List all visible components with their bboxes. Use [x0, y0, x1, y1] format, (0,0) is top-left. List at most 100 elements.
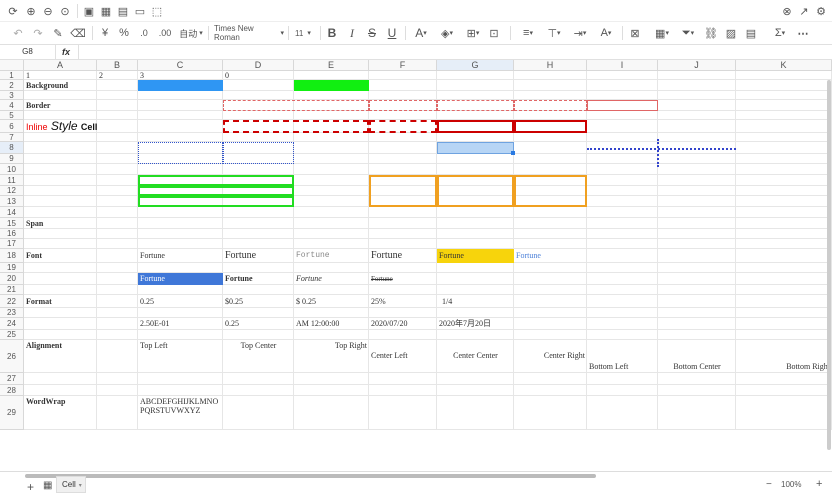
column-header-g[interactable]: G: [437, 60, 514, 71]
link-icon[interactable]: ⛓: [704, 22, 718, 44]
cell-a4[interactable]: Border: [26, 100, 50, 111]
row-header-23[interactable]: 23: [0, 308, 24, 318]
zoom-in-button[interactable]: +: [816, 478, 822, 490]
bold-icon[interactable]: B: [326, 22, 338, 44]
column-header-c[interactable]: C: [138, 60, 223, 71]
redo-icon[interactable]: ↷: [32, 22, 44, 44]
external-link-icon[interactable]: ↗: [798, 0, 810, 22]
row-header-8[interactable]: 8: [0, 142, 24, 154]
cell-c20[interactable]: Fortune: [140, 273, 165, 285]
cell-g24[interactable]: 2020年7月20日: [439, 318, 491, 330]
row-header-15[interactable]: 15: [0, 218, 24, 229]
cell-j26[interactable]: Bottom Center: [660, 362, 734, 372]
cell-d24[interactable]: 0.25: [225, 318, 239, 330]
row-header-16[interactable]: 16: [0, 229, 24, 239]
font-color-icon[interactable]: A ▾: [411, 22, 431, 44]
row-header-28[interactable]: 28: [0, 385, 24, 396]
spreadsheet-grid[interactable]: A B C D E F G H I J K 1 2 3 4 5 6 7 8 9 10 11 12 13 14 15 16 17 18 19…: [0, 60, 832, 471]
row-header-18[interactable]: 18: [0, 249, 24, 263]
sheet-tab[interactable]: Cell ▾: [56, 476, 86, 493]
row-header-17[interactable]: 17: [0, 239, 24, 249]
row-header-21[interactable]: 21: [0, 285, 24, 295]
decrease-decimal-button[interactable]: .0: [136, 22, 152, 44]
cell-f22[interactable]: 25%: [371, 295, 386, 308]
cell-g18[interactable]: Fortune: [439, 249, 464, 263]
cell-h26[interactable]: Center Right: [516, 351, 585, 361]
split-icon[interactable]: ▭: [133, 0, 147, 22]
cell-c22[interactable]: 0.25: [140, 295, 154, 308]
cell-e20[interactable]: Fortune: [296, 273, 322, 285]
cell-d22[interactable]: $0.25: [225, 295, 243, 308]
format-painter-icon[interactable]: ✎: [52, 22, 64, 44]
cell-c1[interactable]: 3: [140, 71, 144, 80]
cell-d18[interactable]: Fortune: [225, 249, 256, 263]
settings-icon[interactable]: ⚙: [815, 0, 827, 22]
row-header-19[interactable]: 19: [0, 263, 24, 273]
row-header-10[interactable]: 10: [0, 164, 24, 175]
undo-icon[interactable]: ↶: [12, 22, 24, 44]
row-header-13[interactable]: 13: [0, 196, 24, 207]
number-format-select[interactable]: 自动 ▾: [178, 22, 204, 44]
row-header-5[interactable]: 5: [0, 111, 24, 120]
cell-a18[interactable]: Font: [26, 249, 42, 263]
column-header-b[interactable]: B: [97, 60, 138, 71]
cell-e26[interactable]: Top Right: [296, 341, 367, 351]
cell-d1[interactable]: 0: [225, 71, 229, 80]
row-header-27[interactable]: 27: [0, 373, 24, 385]
row-header-24[interactable]: 24: [0, 318, 24, 330]
add-sheet-icon[interactable]: +: [27, 480, 34, 494]
clear-format-icon[interactable]: ⌫: [70, 22, 86, 44]
formula-input[interactable]: [78, 45, 818, 59]
row-header-22[interactable]: 22: [0, 295, 24, 308]
row-header-4[interactable]: 4: [0, 100, 24, 111]
row-header-9[interactable]: 9: [0, 154, 24, 164]
cell-a15[interactable]: Span: [26, 218, 43, 229]
row-header-14[interactable]: 14: [0, 207, 24, 218]
row-header-2[interactable]: 2: [0, 80, 24, 91]
cell-i26[interactable]: Bottom Left: [589, 362, 656, 372]
percent-button[interactable]: %: [118, 22, 130, 44]
merge-icon[interactable]: ⊡: [488, 22, 500, 44]
cell-g22[interactable]: 1/4: [439, 295, 452, 308]
cell-a22[interactable]: Format: [26, 295, 52, 308]
row-header-29[interactable]: 29: [0, 396, 24, 430]
column-header-f[interactable]: F: [369, 60, 437, 71]
vertical-scrollbar[interactable]: [827, 80, 831, 450]
row-header-25[interactable]: 25: [0, 330, 24, 340]
column-header-h[interactable]: H: [514, 60, 587, 71]
select-all-corner[interactable]: [0, 60, 24, 71]
image-icon[interactable]: ▣: [82, 0, 96, 22]
table-icon[interactable]: ▦ ▾: [652, 22, 672, 44]
cell-c24[interactable]: 2.50E-01: [140, 318, 170, 330]
underline-icon[interactable]: U: [386, 22, 398, 44]
cell-d26[interactable]: Top Center: [225, 341, 292, 351]
comment-icon[interactable]: ▤: [745, 22, 757, 44]
column-header-j[interactable]: J: [658, 60, 736, 71]
cell-k26[interactable]: Bottom Right: [738, 362, 830, 372]
horizontal-align-icon[interactable]: ≡ ▾: [518, 22, 538, 44]
fill-handle[interactable]: [511, 151, 515, 155]
cell-f26[interactable]: Center Left: [371, 351, 435, 361]
currency-icon[interactable]: ¥: [99, 22, 111, 44]
row-header-6[interactable]: 6: [0, 120, 24, 133]
horizontal-scrollbar[interactable]: [25, 474, 596, 478]
grid-icon[interactable]: ▦: [99, 0, 113, 22]
increase-decimal-button[interactable]: .00: [156, 22, 174, 44]
text-rotate-icon[interactable]: A ▾: [596, 22, 616, 44]
cell-reference-box[interactable]: G8: [0, 45, 56, 59]
zoom-out-icon[interactable]: ⊖: [41, 0, 55, 22]
row-header-1[interactable]: 1: [0, 71, 24, 80]
function-icon[interactable]: Σ ▾: [770, 22, 790, 44]
cell-b1[interactable]: 2: [99, 71, 103, 80]
close-icon[interactable]: ⊗: [781, 0, 793, 22]
text-wrap-icon[interactable]: ⇥ ▾: [570, 22, 590, 44]
cell-g26[interactable]: Center Center: [439, 351, 512, 361]
sheet-list-icon[interactable]: ▦: [43, 480, 52, 491]
row-header-12[interactable]: 12: [0, 186, 24, 196]
fill-color-icon[interactable]: ◈ ▾: [437, 22, 457, 44]
filter-icon[interactable]: ⏷ ▾: [678, 22, 698, 44]
cell-e24[interactable]: AM 12:00:00: [296, 318, 339, 330]
cell-c18[interactable]: Fortune: [140, 249, 165, 263]
cell-a6[interactable]: Inline Style Cell: [26, 120, 97, 134]
insert-image-icon[interactable]: ▨: [725, 22, 737, 44]
